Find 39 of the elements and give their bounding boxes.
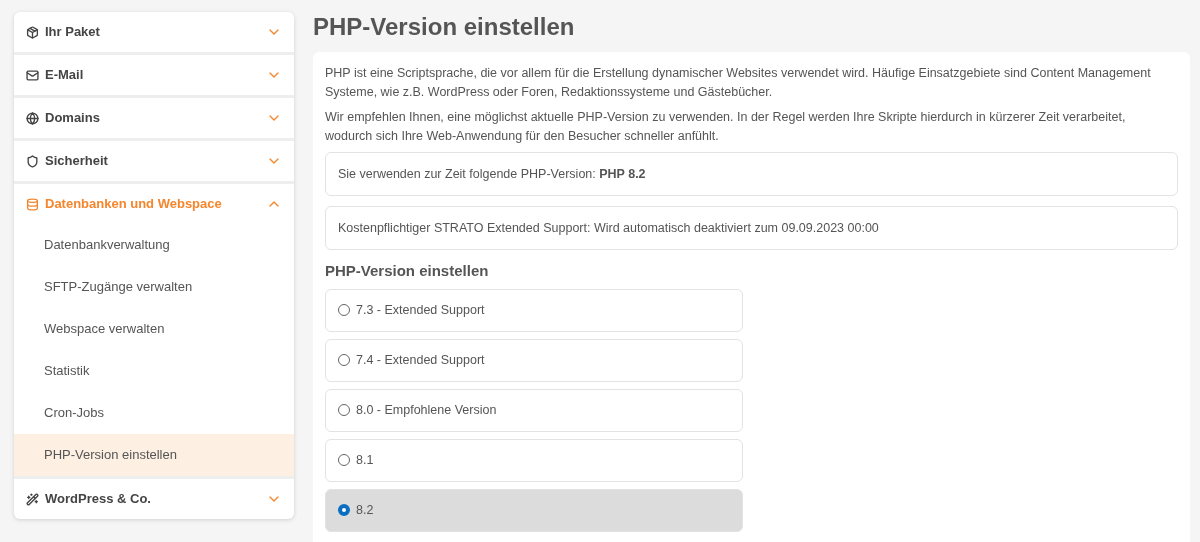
database-icon: [26, 197, 39, 211]
sidebar-section[interactable]: Sicherheit: [14, 141, 294, 181]
sidebar-section[interactable]: E-Mail: [14, 55, 294, 95]
radio-button[interactable]: [338, 304, 350, 316]
sidebar-section[interactable]: Domains: [14, 98, 294, 138]
version-option[interactable]: 7.4 - Extended Support: [325, 338, 743, 382]
radio-button[interactable]: [338, 354, 350, 366]
section-label: Ihr Paket: [45, 23, 101, 42]
section-label: Datenbanken und Webspace: [45, 195, 223, 214]
info-text: Kostenpflichtiger STRATO Extended Support: Wird automatisch deaktiviert zum 09.09.2023 00:00: [338, 219, 879, 237]
magic-wand-icon: [26, 492, 39, 506]
shield-icon: [26, 154, 39, 168]
section-label: Domains: [45, 109, 101, 128]
version-option[interactable]: 7.3 - Extended Support: [325, 288, 743, 332]
sidebar-item[interactable]: Webspace verwalten: [14, 308, 294, 350]
radio-button[interactable]: [338, 404, 350, 416]
sidebar-item[interactable]: SFTP-Zugänge verwalten: [14, 266, 294, 308]
version-option[interactable]: 8.1: [325, 438, 743, 482]
info-text: Sie verwenden zur Zeit folgende PHP-Version: PHP 8.2: [338, 165, 646, 183]
sidebar-item[interactable]: Statistik: [14, 350, 294, 392]
sidebar-item[interactable]: Datenbankverwaltung: [14, 224, 294, 266]
section-heading: PHP-Version einstellen: [325, 261, 490, 281]
section-label: E-Mail: [45, 66, 85, 85]
version-option[interactable]: 8.0 - Empfohlene Version: [325, 388, 743, 432]
intro-paragraph: Wir empfehlen Ihnen, eine möglichst aktuelle PHP-Version zu verwenden. In der Regel werden Ihre Skripte hierdurch in kürzerer Zeit verarbeitet, wodurch sich Ihre Web-Anwendung für den Besucher schneller anfühlt.: [325, 109, 1127, 145]
sidebar-item[interactable]: Cron-Jobs: [14, 392, 294, 434]
section-label: Sicherheit: [45, 152, 109, 171]
sidebar-item[interactable]: PHP-Version einstellen: [14, 434, 294, 476]
sidebar-section[interactable]: Ihr Paket: [14, 12, 294, 52]
globe-icon: [26, 111, 39, 125]
version-option[interactable]: 8.2: [325, 488, 743, 532]
radio-button[interactable]: [338, 454, 350, 466]
radio-button[interactable]: [338, 504, 350, 516]
intro-paragraph: PHP ist eine Scriptsprache, die vor allem für die Erstellung dynamischer Websites verwendet wird. Häufige Einsatzgebiete sind Content Management Systeme, wie z.B. WordPress oder Foren, Redaktionssysteme und Gästebücher.: [325, 65, 1152, 101]
cube-icon: [26, 25, 39, 39]
envelope-icon: [26, 68, 39, 82]
sidebar-section[interactable]: WordPress & Co.: [14, 479, 294, 519]
section-label: WordPress & Co.: [45, 490, 152, 509]
page-title: PHP-Version einstellen: [313, 12, 576, 42]
